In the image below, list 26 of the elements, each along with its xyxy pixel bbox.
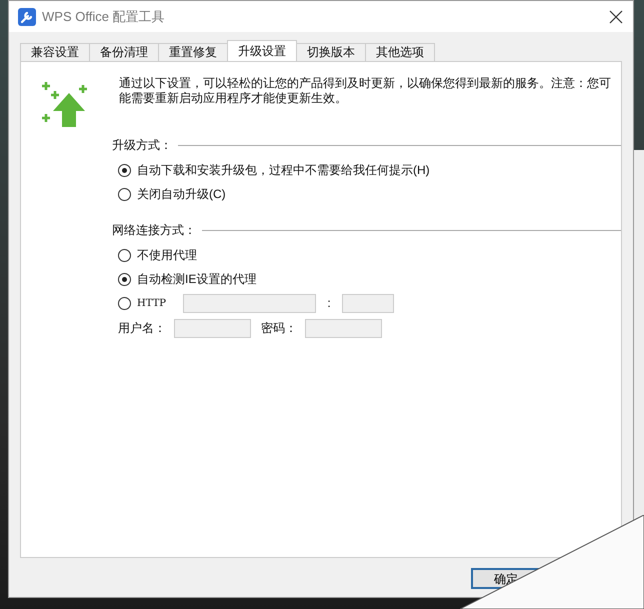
radio-button[interactable] [118, 188, 131, 200]
wrench-icon [18, 8, 36, 26]
username-label: 用户名： [118, 320, 166, 337]
close-icon[interactable] [609, 10, 623, 24]
intro-text: 通过以下设置，可以轻松的让您的产品得到及时更新，以确保您得到最新的服务。注意：您可能需要重新启动应用程序才能使更新生效。 [119, 76, 612, 106]
tab[interactable]: 切换版本 [296, 43, 366, 61]
section-label: 升级方式： [112, 137, 172, 154]
port-separator: : [326, 296, 332, 310]
option-label: 自动下载和安装升级包，过程中不需要给我任何提示(H) [137, 162, 430, 178]
tab[interactable]: 兼容设置 [20, 43, 90, 61]
tab[interactable]: 其他选项 [365, 43, 435, 61]
tab[interactable]: 升级设置 [227, 40, 297, 61]
tab[interactable]: 重置修复 [158, 43, 228, 61]
window-title: WPS Office 配置工具 [42, 8, 166, 26]
option-label: 不使用代理 [137, 246, 197, 264]
radio-button[interactable] [118, 296, 131, 310]
section-label: 网络连接方式： [112, 222, 196, 239]
radio-button[interactable] [118, 272, 131, 286]
radio-button[interactable] [118, 248, 131, 262]
upgrade-arrow-icon [39, 81, 89, 129]
password-label: 密码： [261, 320, 297, 337]
radio-button[interactable] [118, 164, 131, 176]
option-label: 关闭自动升级(C) [137, 186, 226, 202]
option-label: HTTP [137, 298, 167, 308]
tab[interactable]: 备份清理 [89, 43, 159, 61]
option-label: 自动检测IE设置的代理 [137, 270, 256, 288]
